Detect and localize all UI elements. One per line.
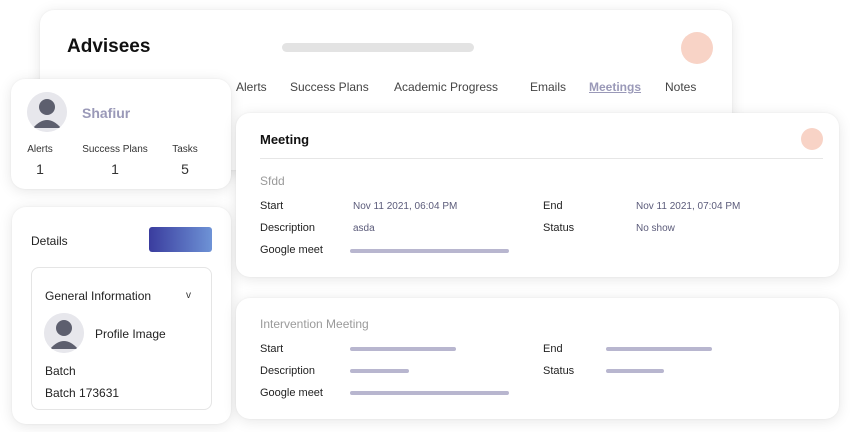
description-value: asda [353, 223, 375, 234]
stat-tasks: Tasks 5 [167, 144, 203, 177]
tab-academic-progress[interactable]: Academic Progress [394, 80, 498, 94]
stat-alerts: Alerts 1 [19, 144, 61, 177]
stat-value: 1 [36, 161, 44, 177]
end-value-placeholder [606, 347, 712, 351]
search-bar-placeholder[interactable] [282, 43, 474, 52]
end-label: End [543, 343, 563, 355]
stat-label: Tasks [172, 144, 198, 155]
description-label: Description [260, 222, 316, 234]
batch-label: Batch [45, 364, 76, 378]
meeting-card-title: Meeting [260, 132, 310, 147]
tab-success-plans[interactable]: Success Plans [290, 80, 369, 94]
user-silhouette-icon [44, 313, 84, 353]
start-label: Start [260, 200, 284, 212]
description-value-placeholder [350, 369, 409, 373]
user-avatar[interactable] [681, 32, 713, 64]
profile-avatar [27, 92, 67, 132]
profile-card: Shafiur Alerts 1 Success Plans 1 Tasks 5 [11, 79, 231, 189]
general-information-title: General Information [45, 289, 152, 303]
details-card: Details General Information v Profile Im… [12, 207, 231, 424]
stat-success-plans: Success Plans 1 [73, 144, 157, 177]
tab-meetings[interactable]: Meetings [589, 80, 641, 94]
meeting-name: Sfdd [260, 174, 285, 188]
divider [260, 158, 823, 159]
intervention-meeting-card: Intervention Meeting Start End Descripti… [236, 298, 839, 419]
details-action-button[interactable] [149, 227, 212, 252]
stat-value: 5 [181, 161, 189, 177]
status-label: Status [543, 365, 575, 377]
batch-value: Batch 173631 [45, 386, 120, 400]
general-information-section: General Information v Profile Image Batc… [31, 267, 212, 410]
google-meet-link-placeholder[interactable] [350, 249, 509, 253]
google-meet-label: Google meet [260, 387, 323, 399]
details-label: Details [31, 234, 68, 248]
end-value: Nov 11 2021, 07:04 PM [636, 201, 741, 212]
tab-emails[interactable]: Emails [530, 80, 566, 94]
start-label: Start [260, 343, 284, 355]
chevron-down-icon[interactable]: v [186, 290, 191, 301]
stat-label: Alerts [27, 144, 53, 155]
tab-notes[interactable]: Notes [665, 80, 696, 94]
meeting-name: Intervention Meeting [260, 317, 369, 331]
meeting-card: Meeting Sfdd Start Nov 11 2021, 06:04 PM… [236, 113, 839, 277]
google-meet-label: Google meet [260, 244, 323, 256]
status-value-placeholder [606, 369, 664, 373]
status-value: No show [636, 223, 675, 234]
user-silhouette-icon [27, 92, 67, 132]
page-title: Advisees [67, 36, 151, 57]
meeting-avatar[interactable] [801, 128, 823, 150]
end-label: End [543, 200, 563, 212]
start-value: Nov 11 2021, 06:04 PM [353, 201, 458, 212]
start-value-placeholder [350, 347, 456, 351]
tab-alerts[interactable]: Alerts [236, 80, 267, 94]
stat-label: Success Plans [82, 144, 148, 155]
status-label: Status [543, 222, 575, 234]
description-label: Description [260, 365, 316, 377]
stat-value: 1 [111, 161, 119, 177]
profile-image [44, 313, 84, 353]
profile-image-label: Profile Image [95, 327, 166, 341]
profile-name: Shafiur [82, 105, 131, 121]
google-meet-link-placeholder[interactable] [350, 391, 509, 395]
